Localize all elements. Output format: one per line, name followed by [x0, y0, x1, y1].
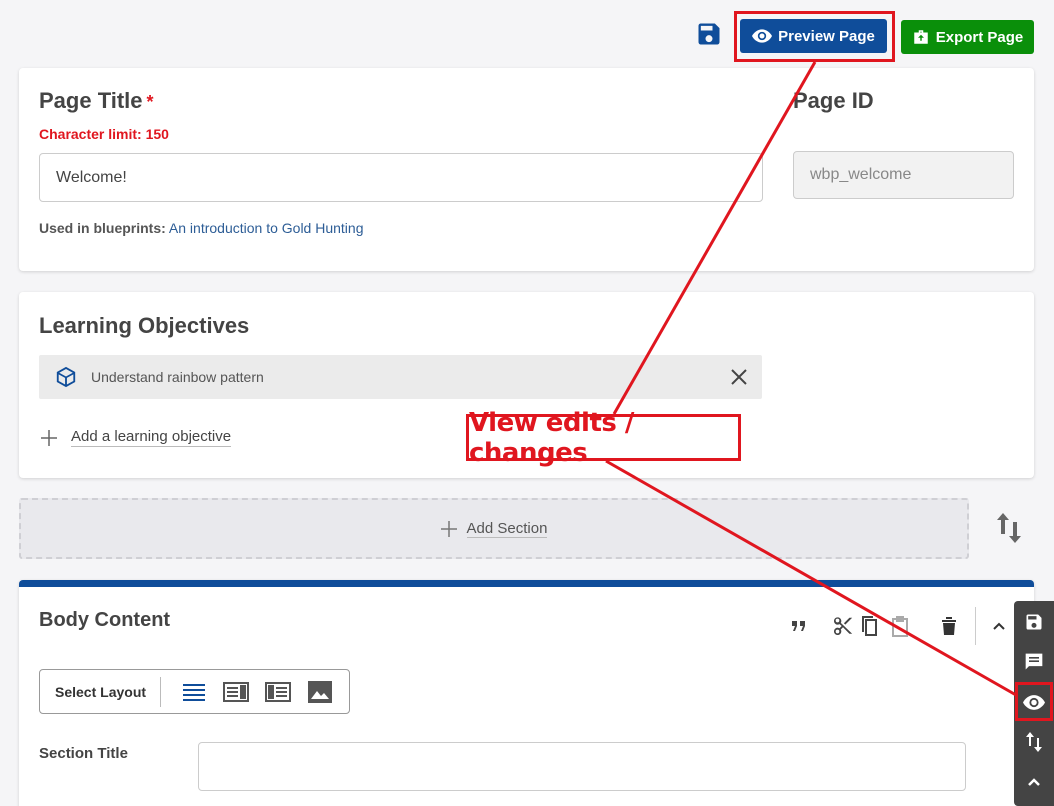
learning-objectives-heading: Learning Objectives	[39, 313, 250, 338]
page-title-value: Welcome!	[56, 168, 127, 186]
text-layout-icon[interactable]	[180, 680, 208, 704]
close-icon[interactable]	[730, 368, 748, 386]
comment-icon	[1025, 653, 1043, 670]
rail-comment-button[interactable]	[1014, 642, 1054, 682]
objective-label: Understand rainbow pattern	[91, 369, 264, 385]
add-section-button[interactable]: Add Section	[19, 498, 969, 559]
image-right-layout-icon[interactable]	[264, 680, 292, 704]
page-details-card: Page Title * Character limit: 150 Welcome…	[19, 68, 1034, 271]
body-content-card: Body Content Select Layout Section Title	[19, 580, 1034, 806]
trash-icon[interactable]	[941, 617, 957, 635]
save-icon	[1026, 614, 1042, 630]
layout-divider	[160, 676, 162, 707]
page-id-value: wbp_welcome	[810, 166, 912, 183]
blueprint-link[interactable]: An introduction to Gold Hunting	[169, 220, 364, 236]
copy-icon[interactable]	[861, 615, 881, 637]
select-layout-label: Select Layout	[55, 683, 147, 700]
add-section-label: Add Section	[466, 519, 548, 538]
plus-icon	[41, 429, 57, 446]
quote-icon[interactable]	[791, 619, 807, 633]
page-id-heading: Page ID	[793, 88, 874, 113]
add-objective-label: Add a learning objective	[71, 428, 232, 447]
rail-preview-highlight-box	[1015, 682, 1053, 721]
export-page-label: Export Page	[935, 28, 1024, 46]
add-learning-objective-button[interactable]: Add a learning objective	[41, 428, 232, 447]
body-content-heading: Body Content	[39, 609, 171, 631]
objective-item: Understand rainbow pattern	[39, 355, 762, 399]
page-title-input[interactable]: Welcome!	[39, 153, 763, 202]
toolbar-divider	[975, 607, 976, 645]
image-layout-icon[interactable]	[306, 680, 334, 704]
section-title-input[interactable]	[198, 742, 966, 791]
character-limit-note: Character limit: 150	[39, 126, 169, 142]
image-left-layout-icon[interactable]	[222, 680, 250, 704]
annotation-callout: View edits / changes	[466, 408, 741, 468]
used-in-blueprints: Used in blueprints: An introduction to G…	[39, 220, 364, 236]
export-icon	[913, 30, 928, 44]
preview-highlight-box	[734, 11, 895, 62]
cube-icon	[56, 366, 76, 388]
save-icon[interactable]	[695, 20, 723, 48]
select-layout-control: Select Layout	[39, 669, 350, 714]
page-title-heading: Page Title *	[39, 88, 154, 113]
reorder-icon[interactable]	[995, 511, 1023, 545]
reorder-icon	[1026, 732, 1042, 752]
rail-save-button[interactable]	[1014, 602, 1054, 642]
required-mark: *	[146, 92, 154, 112]
rail-scroll-top-button[interactable]	[1014, 762, 1054, 802]
chevron-up-icon[interactable]	[992, 621, 1006, 631]
page-id-input: wbp_welcome	[793, 151, 1014, 199]
rail-reorder-button[interactable]	[1014, 722, 1054, 762]
export-page-button[interactable]: Export Page	[901, 20, 1034, 54]
section-title-label: Section Title	[39, 745, 128, 762]
paste-icon[interactable]	[890, 615, 910, 637]
plus-icon	[440, 520, 457, 537]
chevron-up-icon	[1028, 778, 1040, 786]
scissors-icon[interactable]	[832, 615, 854, 637]
